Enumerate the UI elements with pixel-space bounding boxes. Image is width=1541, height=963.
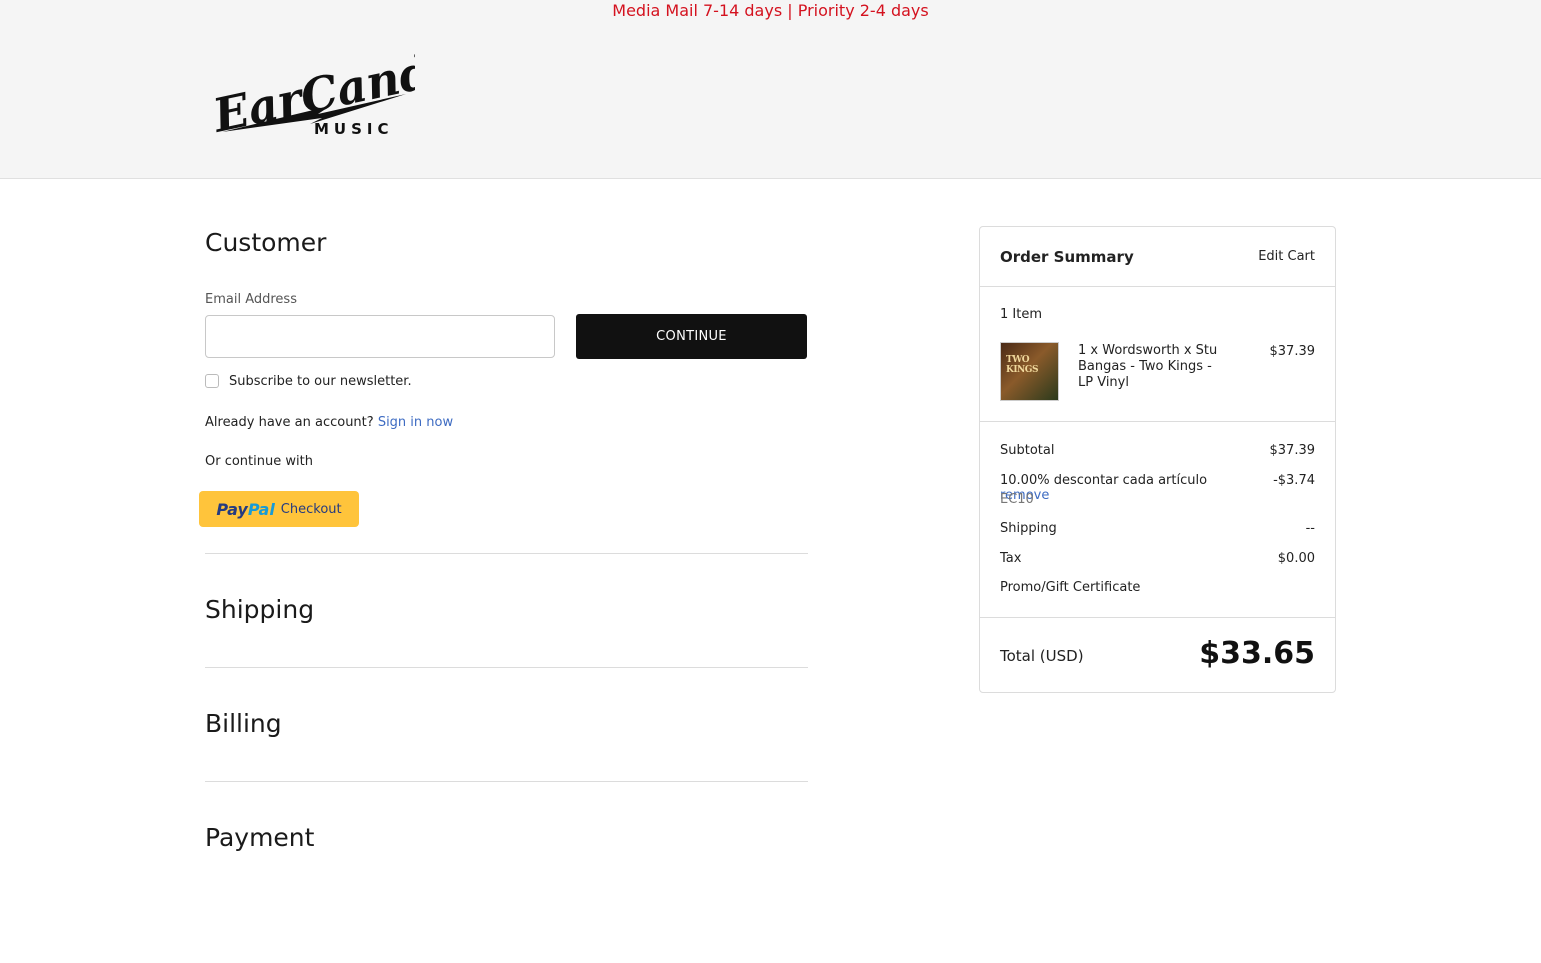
item-count: 1 Item bbox=[1000, 307, 1042, 322]
product-thumbnail: TWO KINGS bbox=[1000, 342, 1059, 401]
paypal-logo-icon: PayPal bbox=[216, 499, 275, 519]
newsletter-label: Subscribe to our newsletter. bbox=[229, 374, 412, 389]
or-continue-label: Or continue with bbox=[205, 454, 313, 469]
logo-subtitle: MUSIC bbox=[314, 120, 394, 138]
total-value: $33.65 bbox=[1199, 636, 1315, 671]
customer-title: Customer bbox=[205, 228, 327, 257]
promo-gift-link[interactable]: Promo/Gift Certificate bbox=[1000, 580, 1315, 595]
continue-button[interactable]: CONTINUE bbox=[576, 314, 807, 359]
billing-title: Billing bbox=[205, 709, 282, 738]
section-divider bbox=[205, 667, 808, 668]
summary-divider bbox=[980, 286, 1335, 287]
tax-label: Tax bbox=[1000, 551, 1022, 566]
cover-title: TWO KINGS bbox=[1006, 355, 1038, 375]
email-field[interactable] bbox=[205, 315, 555, 358]
subtotal-value: $37.39 bbox=[1269, 443, 1316, 458]
summary-divider bbox=[980, 617, 1335, 618]
edit-cart-link[interactable]: Edit Cart bbox=[1258, 249, 1315, 264]
sign-in-link[interactable]: Sign in now bbox=[378, 415, 453, 430]
newsletter-checkbox[interactable] bbox=[205, 374, 219, 388]
tax-value: $0.00 bbox=[1277, 551, 1315, 566]
shipping-value: -- bbox=[1305, 521, 1315, 536]
account-prompt: Already have an account? Sign in now bbox=[205, 415, 453, 430]
shipping-banner: Media Mail 7-14 days | Priority 2-4 days bbox=[612, 1, 929, 20]
payment-title: Payment bbox=[205, 823, 315, 852]
shipping-label: Shipping bbox=[1000, 521, 1057, 536]
section-divider bbox=[205, 553, 808, 554]
ear-candy-logo[interactable]: EarCandy MUSIC bbox=[207, 36, 466, 143]
summary-divider bbox=[980, 421, 1335, 422]
site-header: Media Mail 7-14 days | Priority 2-4 days… bbox=[0, 0, 1541, 179]
section-divider bbox=[205, 781, 808, 782]
email-label: Email Address bbox=[205, 292, 297, 307]
discount-value: -$3.74 bbox=[1273, 473, 1315, 488]
discount-code: EC10 bbox=[1000, 492, 1034, 507]
subtotal-label: Subtotal bbox=[1000, 443, 1055, 458]
paypal-checkout-button[interactable]: PayPal Checkout bbox=[199, 491, 359, 527]
item-name: 1 x Wordsworth x Stu Bangas - Two Kings … bbox=[1078, 343, 1218, 390]
paypal-checkout-label: Checkout bbox=[280, 501, 342, 517]
discount-label: 10.00% descontar cada artículo bbox=[1000, 473, 1208, 488]
account-prompt-text: Already have an account? bbox=[205, 415, 374, 430]
order-summary: Order Summary Edit Cart 1 Item TWO KINGS… bbox=[979, 226, 1336, 693]
shipping-title: Shipping bbox=[205, 595, 315, 624]
item-price: $37.39 bbox=[1269, 344, 1316, 359]
